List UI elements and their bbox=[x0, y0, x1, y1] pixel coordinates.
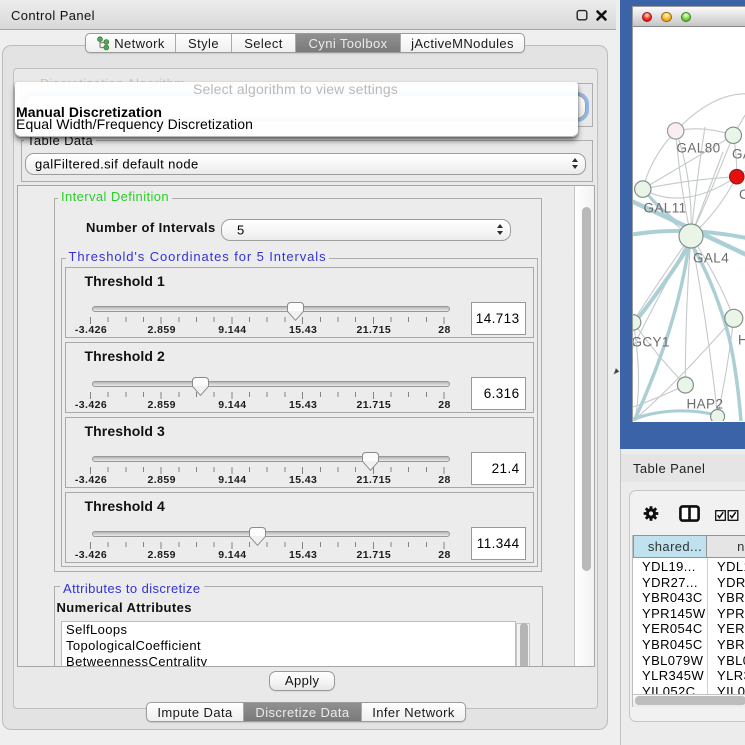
svg-text:GAL11: GAL11 bbox=[644, 201, 687, 216]
svg-text:GA: GA bbox=[732, 147, 745, 162]
svg-text:GCY1: GCY1 bbox=[633, 335, 670, 350]
svg-text:H: H bbox=[738, 333, 745, 348]
svg-text:GAL80: GAL80 bbox=[677, 141, 721, 156]
svg-text:HAP2: HAP2 bbox=[687, 397, 724, 412]
svg-text:C: C bbox=[739, 187, 745, 202]
svg-text:GAL4: GAL4 bbox=[693, 251, 729, 266]
